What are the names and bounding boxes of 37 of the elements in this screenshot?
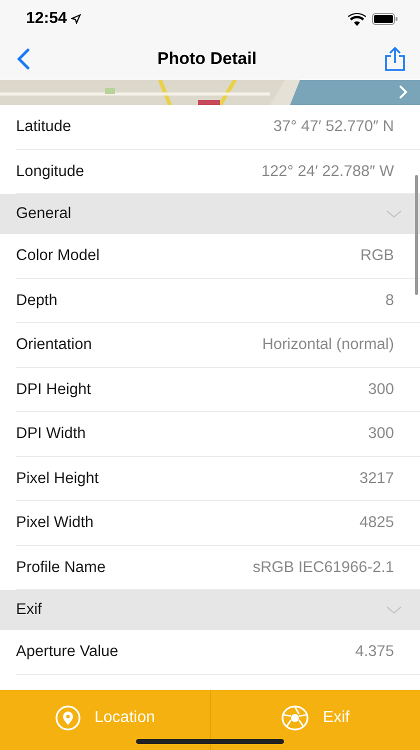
nav-title: Photo Detail [157,49,257,69]
row-label: Color Model [16,247,100,266]
row-value: 8 [385,292,394,310]
status-time: 12:54 [26,10,67,28]
row-label: Aperture Value [16,643,118,662]
section-header[interactable]: Exif [0,590,420,630]
row-value: 3217 [360,470,394,488]
row-value: sRGB IEC61966-2.1 [252,558,394,577]
row-label: DPI Height [16,380,91,399]
row-value: Horizontal (normal) [262,336,394,354]
row-label: Depth [16,292,58,310]
row-label: Orientation [16,336,92,354]
chevron-icon [386,606,402,614]
row-label: Latitude [16,118,72,136]
row-value: 300 [368,380,394,399]
row-value: 300 [368,425,394,444]
section-title: General [16,205,72,223]
back-button[interactable] [16,48,30,70]
row-label: DPI Width [16,425,86,444]
location-pin-icon [54,705,80,731]
section-header[interactable]: General [0,194,420,234]
row-value: RGB [360,247,394,266]
row-value: 122° 24′ 22.788″ W [261,162,394,181]
section-title: Exif [16,601,42,619]
chevron-icon [386,210,402,218]
row-label: Pixel Width [16,514,94,532]
aperture-icon [280,705,309,731]
row-value: 4825 [360,514,394,532]
row-label: Longitude [16,162,84,181]
battery-icon [372,13,398,25]
share-button[interactable] [384,46,406,72]
row-value: 4.375 [355,643,394,662]
row-value: 37° 47′ 52.770″ N [273,118,394,136]
wifi-icon [348,12,366,26]
row-label: Pixel Height [16,470,99,488]
row-label: Profile Name [16,558,106,577]
location-arrow-icon [70,14,81,24]
